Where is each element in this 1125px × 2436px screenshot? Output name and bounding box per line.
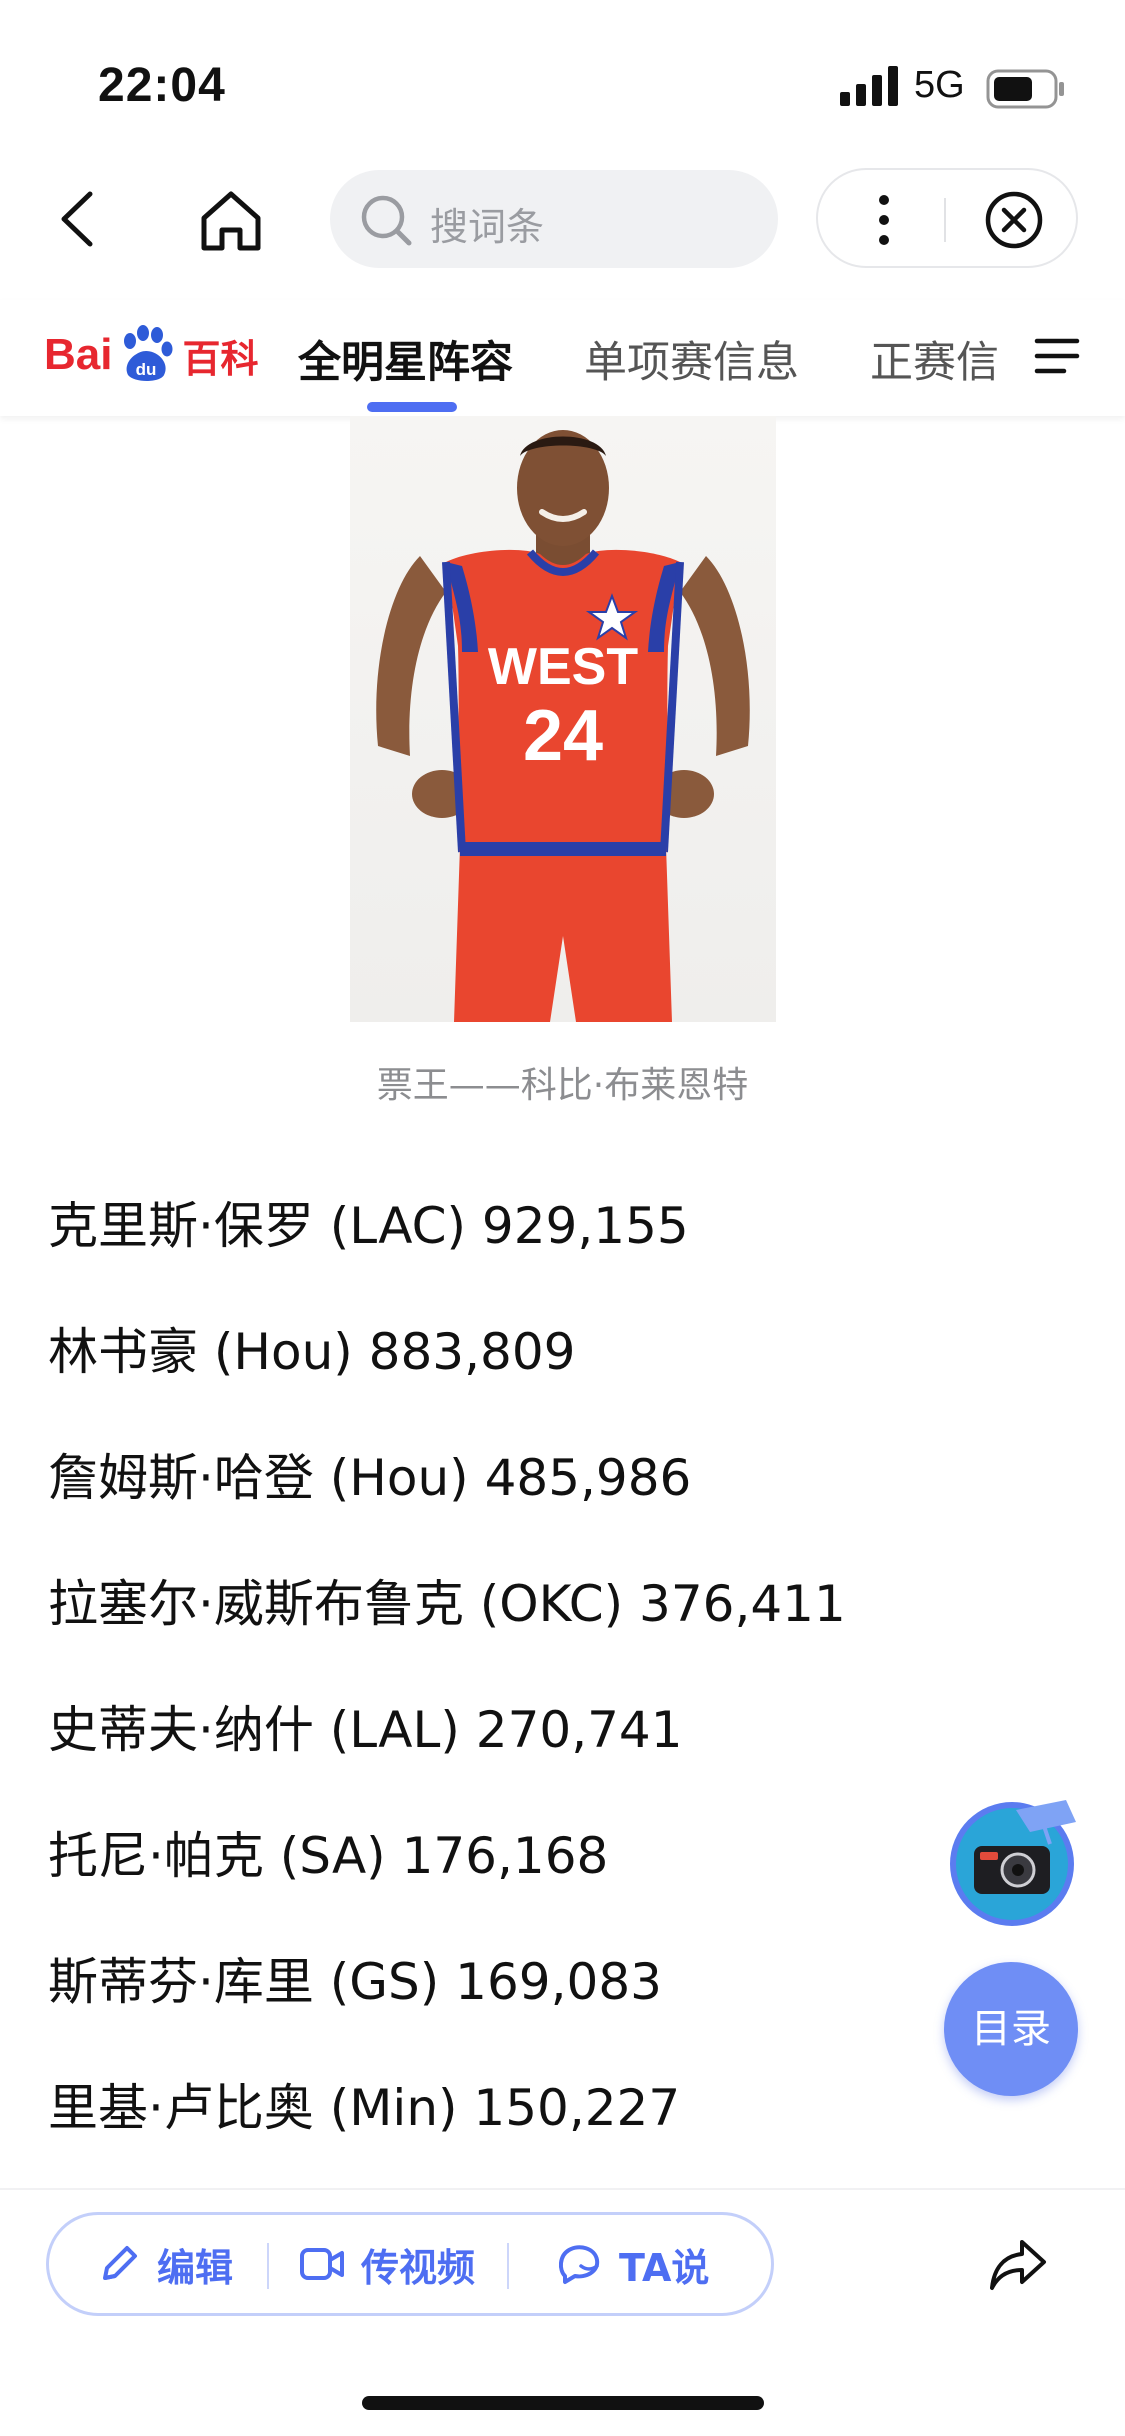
paw-icon: du: [124, 325, 173, 381]
pencil-icon: [103, 2246, 137, 2280]
search-placeholder: 搜词条: [430, 205, 545, 249]
action-pill: 编辑 传视频 TA说: [46, 2212, 774, 2316]
tab-list: 全明星阵容 单项赛信息 正赛信: [298, 300, 1018, 416]
pill-divider: [507, 2243, 509, 2289]
active-tab-indicator: [367, 402, 457, 412]
video-camera-icon: [300, 2248, 344, 2280]
edit-button[interactable]: 编辑: [97, 2215, 233, 2313]
tab-bar: Bai du 百科 全明星阵容 单项赛信息 正赛信: [0, 300, 1125, 416]
vote-list-item: 斯蒂芬·库里 (GS) 169,083: [48, 1953, 662, 2011]
chat-bubble-icon: [558, 2245, 600, 2284]
pill-divider: [267, 2243, 269, 2289]
player-illustration: WEST 24: [376, 430, 750, 1022]
home-icon[interactable]: [196, 186, 266, 256]
logo-text-bai: Bai: [44, 330, 113, 379]
capsule-divider: [944, 198, 946, 242]
upload-video-button[interactable]: 传视频: [299, 2215, 475, 2313]
tab-skills-events[interactable]: 单项赛信息: [584, 328, 799, 390]
search-input[interactable]: 搜词条: [330, 170, 778, 268]
back-icon[interactable]: [48, 186, 114, 252]
tab-main-game[interactable]: 正赛信: [870, 328, 999, 390]
player-photo[interactable]: WEST 24: [350, 416, 776, 1022]
assistant-avatar-button[interactable]: [946, 1792, 1082, 1928]
toc-button[interactable]: 目录: [944, 1962, 1078, 2096]
baidu-baike-logo[interactable]: Bai du 百科: [44, 320, 259, 390]
photo-caption: 票王——科比·布莱恩特: [376, 1065, 749, 1106]
vote-list-item: 史蒂夫·纳什 (LAL) 270,741: [48, 1701, 683, 1759]
vote-list-item: 里基·卢比奥 (Min) 150,227: [48, 2079, 681, 2137]
share-icon[interactable]: [986, 2234, 1050, 2298]
signal-icon: [840, 66, 898, 106]
jersey-number: 24: [523, 696, 603, 776]
ta-says-button[interactable]: TA说: [557, 2215, 709, 2313]
search-icon: [361, 195, 412, 246]
upload-video-label: 传视频: [361, 2245, 476, 2290]
more-vertical-icon[interactable]: [872, 190, 896, 250]
home-indicator: [362, 2396, 764, 2410]
ta-says-label: TA说: [619, 2245, 710, 2290]
vote-list-item: 詹姆斯·哈登 (Hou) 485,986: [48, 1449, 692, 1507]
vote-list-item: 克里斯·保罗 (LAC) 929,155: [48, 1197, 689, 1255]
vote-list-item: 林书豪 (Hou) 883,809: [48, 1323, 576, 1381]
vote-list-item: 拉塞尔·威斯布鲁克 (OKC) 376,411: [48, 1575, 846, 1633]
menu-icon[interactable]: [1034, 336, 1080, 376]
network-type: 5G: [914, 64, 965, 106]
close-circle-icon[interactable]: [984, 190, 1044, 250]
mini-program-capsule: [816, 168, 1078, 268]
tab-all-star-roster[interactable]: 全明星阵容: [298, 328, 513, 390]
status-bar: 22:04 5G: [0, 0, 1125, 150]
logo-text-du: du: [136, 360, 157, 379]
battery-icon: [986, 69, 1064, 109]
navigation-bar: 搜词条: [0, 160, 1125, 280]
logo-text-baike: 百科: [182, 336, 259, 381]
edit-label: 编辑: [157, 2245, 234, 2290]
jersey-text: WEST: [488, 638, 638, 696]
vote-list-item: 托尼·帕克 (SA) 176,168: [48, 1827, 609, 1885]
status-time: 22:04: [98, 59, 226, 112]
